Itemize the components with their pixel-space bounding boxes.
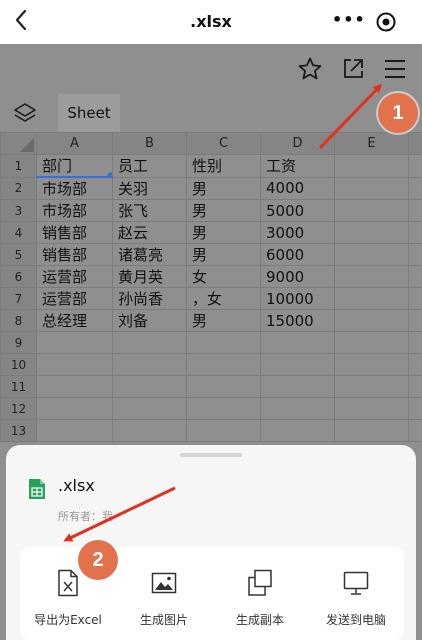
annotation-arrow-2: [63, 486, 176, 542]
annotation-badge-2: 2: [78, 540, 118, 580]
annotation-badge-1: 1: [378, 93, 418, 133]
annotation-overlay: [63, 83, 383, 542]
annotation-arrow-1: [318, 83, 383, 150]
